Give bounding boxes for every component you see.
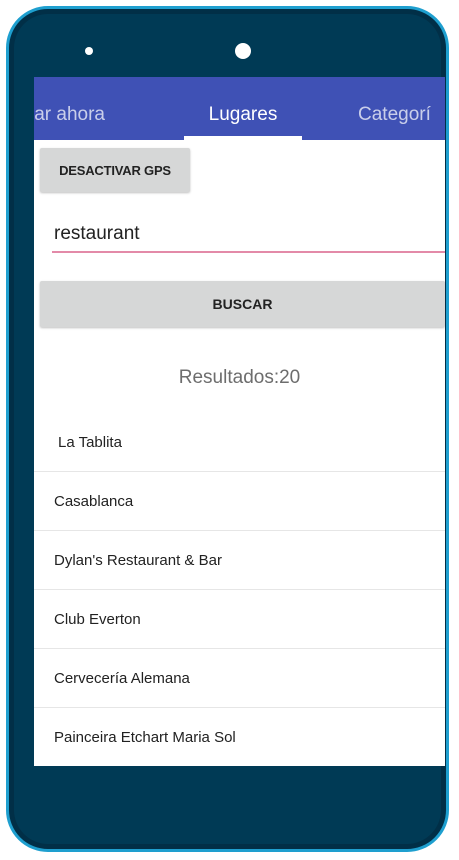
tab-hablar-ahora[interactable]: lar ahora: [34, 77, 105, 140]
result-item[interactable]: Casablanca: [34, 472, 445, 531]
result-item[interactable]: Cervecería Alemana: [34, 649, 445, 708]
tab-bar: lar ahora Lugares Categorí: [34, 77, 445, 140]
speaker-dot: [85, 47, 93, 55]
result-item[interactable]: Club Everton: [34, 590, 445, 649]
toggle-gps-button[interactable]: DESACTIVAR GPS: [40, 148, 190, 192]
tab-selected-indicator: [184, 136, 302, 140]
result-item[interactable]: Dylan's Restaurant & Bar: [34, 531, 445, 590]
camera-dot: [235, 43, 251, 59]
result-item[interactable]: La Tablita: [34, 413, 445, 472]
app-screen: lar ahora Lugares Categorí DESACTIVAR GP…: [34, 77, 445, 766]
tab-lugares[interactable]: Lugares: [184, 77, 302, 140]
search-button[interactable]: BUSCAR: [40, 281, 445, 327]
search-input[interactable]: [52, 217, 445, 253]
tab-categorias[interactable]: Categorí: [358, 77, 431, 140]
results-list: La Tablita Casablanca Dylan's Restaurant…: [34, 413, 445, 766]
device-frame: lar ahora Lugares Categorí DESACTIVAR GP…: [6, 6, 449, 852]
result-item[interactable]: Painceira Etchart Maria Sol: [34, 708, 445, 766]
results-count: Resultados:20: [178, 367, 301, 388]
